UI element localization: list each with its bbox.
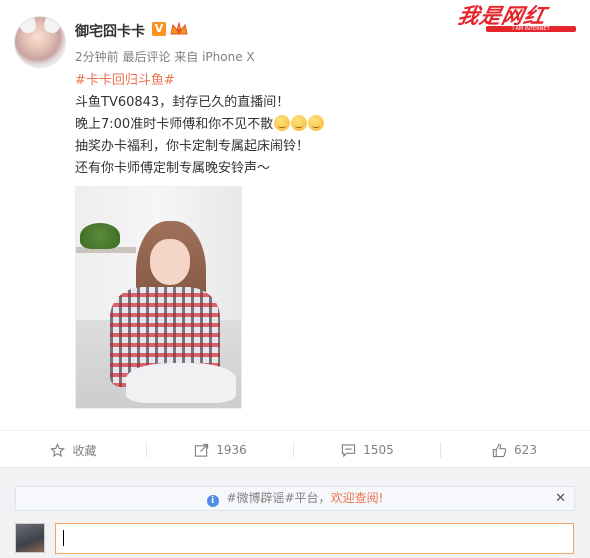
repost-icon <box>195 443 209 457</box>
star-icon <box>50 442 66 457</box>
text-caret <box>63 530 64 546</box>
content-line-3: 抽奖办卡福利，你卡定制专属起床闹铃！ <box>75 139 310 154</box>
photo-plant <box>80 223 120 249</box>
content-line-4: 还有你卡师傅定制专属晚安铃声～ <box>75 161 271 176</box>
comment-icon <box>342 443 356 457</box>
repost-button[interactable]: 1936 <box>147 431 294 469</box>
post-content: 斗鱼TV60843，封存已久的直播间！ 晚上7:00准时卡师傅和你不见不散 抽奖… <box>75 92 325 180</box>
username-link[interactable]: 御宅囧卡卡 <box>75 21 145 41</box>
post-photo[interactable] <box>75 186 242 409</box>
info-icon: i <box>206 495 219 507</box>
action-bar: 收藏 1936 1505 623 <box>0 430 590 468</box>
watermark-logo: 我是网红 I AM INTERNET <box>455 4 576 34</box>
repost-count: 1936 <box>216 443 247 457</box>
kiss-emoji-icon <box>291 115 308 131</box>
comment-area: i #微博辟谣#平台，欢迎查阅! ✕ <box>0 468 590 558</box>
post-meta: 2分钟前 最后评论 来自 iPhone X <box>75 50 255 64</box>
kiss-emoji-icon <box>308 115 325 131</box>
notice-text: #微博辟谣#平台， <box>226 491 331 505</box>
notice-mark: ! <box>378 491 384 505</box>
topic-hashtag-link[interactable]: #卡卡回归斗鱼# <box>75 69 175 88</box>
rumor-notice: i #微博辟谣#平台，欢迎查阅! ✕ <box>15 486 575 511</box>
like-count: 623 <box>514 443 537 457</box>
thumbs-up-icon <box>492 443 507 457</box>
watermark-subtext: I AM INTERNET <box>486 26 576 32</box>
favorite-label: 收藏 <box>72 443 97 458</box>
content-line-2: 晚上7:00准时卡师傅和你不见不散 <box>75 114 325 136</box>
comment-input[interactable] <box>55 523 574 554</box>
weibo-post: 御宅囧卡卡 V 2分钟前 最后评论 来自 iPhone X 我是网红 I AM … <box>0 0 590 430</box>
verified-badge-icon[interactable]: V <box>152 22 166 36</box>
kiss-emoji-icon <box>274 115 291 131</box>
watermark-text: 我是网红 <box>455 4 549 28</box>
favorite-button[interactable]: 收藏 <box>0 431 147 469</box>
user-avatar[interactable] <box>14 16 66 68</box>
comment-count: 1505 <box>363 443 394 457</box>
close-icon[interactable]: ✕ <box>555 487 566 510</box>
photo-face <box>150 239 190 285</box>
current-user-avatar[interactable] <box>15 523 45 553</box>
member-crown-icon[interactable] <box>170 22 188 36</box>
like-button[interactable]: 623 <box>441 431 588 469</box>
comment-button[interactable]: 1505 <box>294 431 441 469</box>
content-line-2-text: 晚上7:00准时卡师傅和你不见不散 <box>75 117 274 132</box>
content-line-1: 斗鱼TV60843，封存已久的直播间！ <box>75 95 290 110</box>
notice-link[interactable]: 欢迎查阅 <box>331 491 379 505</box>
photo-legs <box>126 363 236 403</box>
